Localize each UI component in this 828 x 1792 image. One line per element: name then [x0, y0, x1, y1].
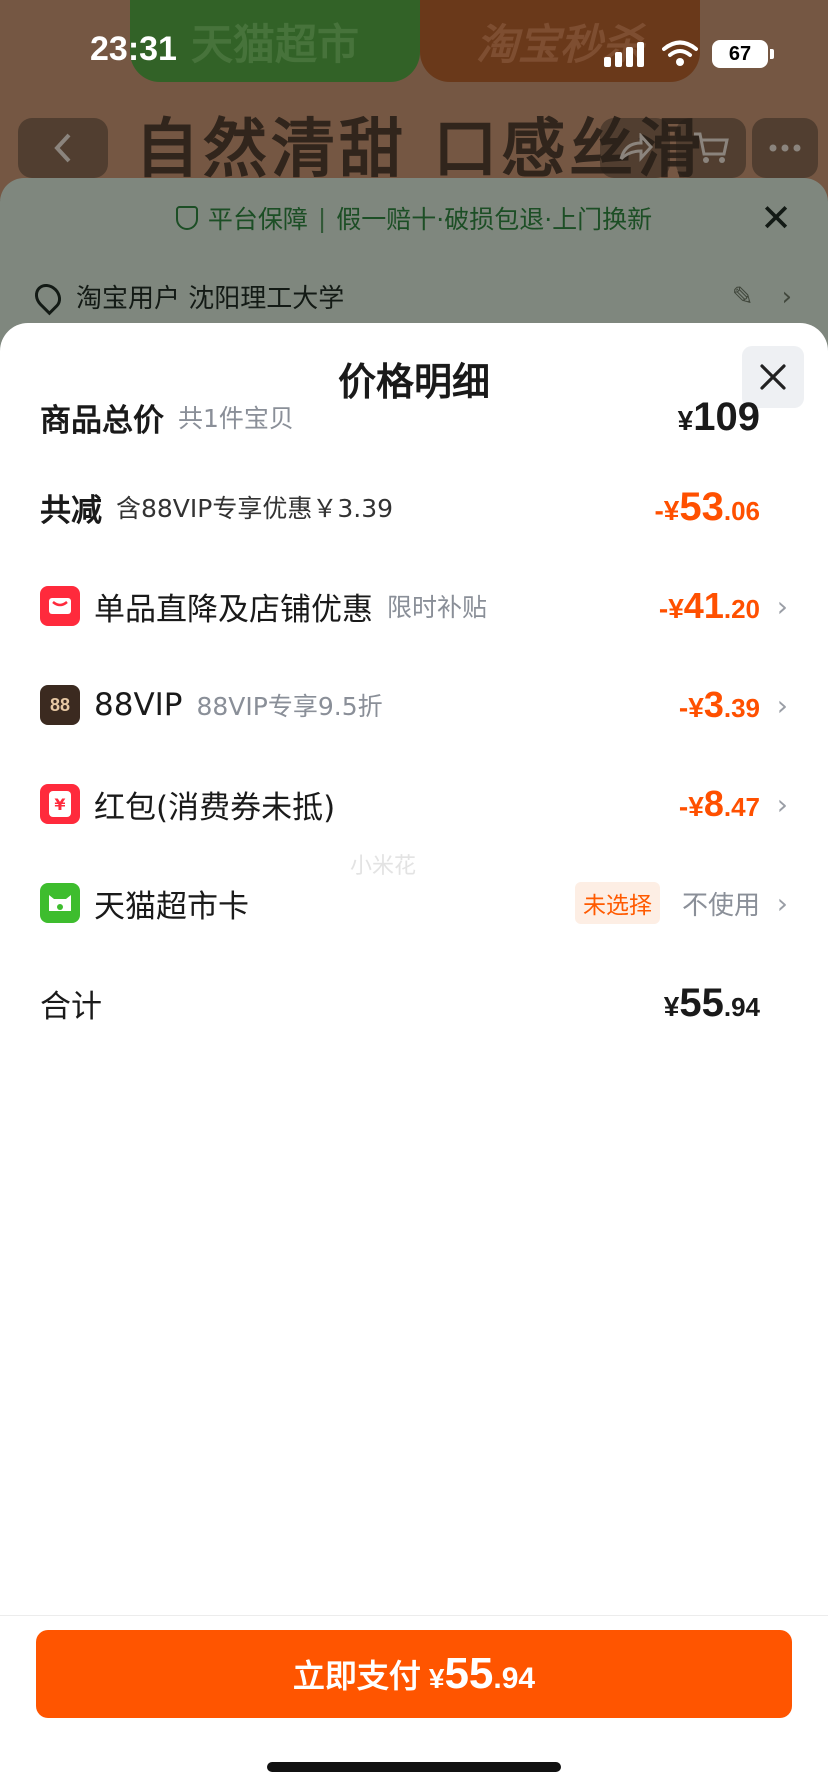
battery-icon: 67 [712, 40, 774, 68]
discount-item-sub: 88VIP专享9.5折 [196, 692, 383, 721]
amount-prefix: -¥ [678, 692, 704, 723]
grand-total-amount: ¥ 55 .94 [664, 981, 760, 1026]
price-detail-modal: 价格明细 商品总价 共1件宝贝 ¥ 109 共减 含88VIP专享优惠￥3.39… [0, 323, 828, 1792]
pay-now-button[interactable]: 立即支付 ¥ 55 .94 [36, 1630, 792, 1718]
total-discount-note: 含88VIP专享优惠￥3.39 [116, 494, 394, 523]
amount-currency: ¥ [663, 990, 680, 1022]
discount-item-shop[interactable]: 单品直降及店铺优惠 限时补贴 -¥ 41 .20 › [40, 576, 788, 636]
cellular-signal-icon [604, 42, 644, 67]
grand-total-label: 合计 [40, 988, 102, 1025]
total-discount-int: 53 [679, 484, 724, 529]
goods-total-amount: ¥ 109 [678, 395, 760, 440]
pay-now-label: 立即支付 [292, 1657, 421, 1695]
discount-item-amount: -¥ 8 .47 [679, 783, 760, 825]
red-packet-icon: ¥ [40, 784, 80, 824]
total-discount-prefix: -¥ [654, 494, 680, 526]
amount-int: 55 [679, 980, 724, 1025]
amount-currency: ¥ [428, 1663, 445, 1694]
grand-total-row: 合计 ¥ 55 .94 [40, 973, 788, 1033]
amount-dec: .47 [723, 792, 760, 822]
shop-coupon-icon [40, 586, 80, 626]
home-indicator[interactable] [267, 1762, 561, 1772]
wifi-icon [662, 40, 698, 66]
amount-dec: .94 [723, 991, 760, 1022]
discount-item-sub: 限时补贴 [387, 593, 488, 622]
amount-prefix: -¥ [678, 791, 704, 822]
vip-88-icon: 88 [40, 685, 80, 725]
amount-dec: .20 [723, 594, 760, 624]
goods-count: 共1件宝贝 [178, 404, 294, 433]
goods-total-currency: ¥ [677, 404, 694, 436]
tmall-card-icon [40, 883, 80, 923]
watermark: 小米花 [350, 854, 417, 879]
amount-int: 8 [703, 783, 724, 824]
discount-item-amount: -¥ 3 .39 [679, 684, 760, 726]
total-discount-label: 共减 [40, 492, 102, 529]
pay-amount: ¥ 55 .94 [429, 1649, 535, 1699]
red-packet-symbol: ¥ [49, 791, 71, 817]
goods-total-row: 商品总价 共1件宝贝 ¥ 109 [40, 387, 788, 447]
chevron-right-icon: › [776, 688, 788, 722]
total-discount-row: 共减 含88VIP专享优惠￥3.39 -¥ 53 .06 [40, 477, 788, 537]
discount-item-label: 单品直降及店铺优惠 [94, 591, 373, 628]
discount-item-label: 88VIP [94, 687, 183, 723]
goods-total-label: 商品总价 [40, 402, 164, 439]
status-bar: 23:31 67 [0, 0, 828, 110]
total-discount-dec: .06 [723, 495, 760, 526]
discount-item-amount: -¥ 41 .20 [659, 585, 760, 627]
discount-item-redpacket[interactable]: ¥ 红包(消费券未抵) -¥ 8 .47 › [40, 774, 788, 834]
tmall-card-label: 天猫超市卡 [94, 888, 249, 925]
amount-prefix: -¥ [658, 593, 684, 624]
amount-int: 55 [444, 1649, 494, 1698]
amount-int: 3 [703, 684, 724, 725]
goods-total-int: 109 [693, 394, 760, 439]
amount-dec: .94 [493, 1662, 536, 1695]
chevron-right-icon: › [776, 886, 788, 920]
chevron-right-icon: › [776, 589, 788, 623]
unselected-badge: 未选择 [574, 882, 660, 924]
tmall-card-action: 不使用 [681, 890, 760, 921]
amount-dec: .39 [723, 693, 760, 723]
amount-int: 41 [683, 585, 724, 626]
discount-item-88vip[interactable]: 88 88VIP 88VIP专享9.5折 -¥ 3 .39 › [40, 675, 788, 735]
battery-level: 67 [728, 42, 752, 65]
tmall-supermarket-card-row[interactable]: 天猫超市卡 未选择 不使用 › [40, 873, 788, 933]
total-discount-amount: -¥ 53 .06 [654, 485, 760, 530]
status-time: 23:31 [90, 30, 177, 68]
chevron-right-icon: › [776, 787, 788, 821]
discount-item-label: 红包(消费券未抵) [94, 789, 336, 826]
